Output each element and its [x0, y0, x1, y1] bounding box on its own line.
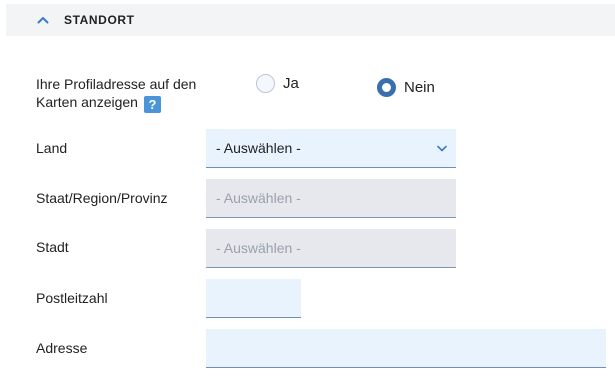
radio-no-circle[interactable]: [377, 78, 396, 97]
show-address-label-line1: Ihre Profiladresse auf den: [36, 76, 197, 92]
radio-no-label: Nein: [404, 79, 435, 96]
address-label: Adresse: [36, 340, 88, 356]
country-select-value: - Auswählen -: [216, 140, 301, 156]
show-address-label: Ihre Profiladresse auf den Karten anzeig…: [36, 75, 196, 113]
zip-label: Postleitzahl: [36, 290, 108, 306]
city-select-placeholder: - Auswählen -: [216, 240, 301, 256]
radio-yes-circle[interactable]: [256, 74, 275, 93]
zip-input[interactable]: [206, 279, 301, 318]
section-title: STANDORT: [64, 13, 135, 27]
city-label: Stadt: [36, 239, 69, 255]
region-select[interactable]: - Auswählen -: [206, 179, 456, 218]
section-header-location[interactable]: STANDORT: [6, 4, 615, 36]
country-select[interactable]: - Auswählen -: [206, 129, 456, 168]
radio-yes-label: Ja: [283, 75, 299, 92]
country-label: Land: [36, 140, 68, 156]
radio-no[interactable]: Nein: [377, 78, 435, 97]
chevron-down-icon: [437, 145, 447, 152]
city-select[interactable]: - Auswählen -: [206, 229, 456, 268]
address-input[interactable]: [206, 329, 606, 368]
radio-yes[interactable]: Ja: [256, 74, 299, 93]
chevron-up-icon[interactable]: [37, 16, 49, 24]
location-section: STANDORT Ihre Profiladresse auf den Kart…: [0, 0, 615, 379]
help-icon[interactable]: ?: [143, 96, 161, 113]
region-select-placeholder: - Auswählen -: [216, 190, 301, 206]
region-label: Staat/Region/Provinz: [36, 190, 168, 206]
show-address-label-line2: Karten anzeigen: [36, 94, 138, 110]
show-address-label-line2-wrap: Karten anzeigen?: [36, 93, 196, 113]
